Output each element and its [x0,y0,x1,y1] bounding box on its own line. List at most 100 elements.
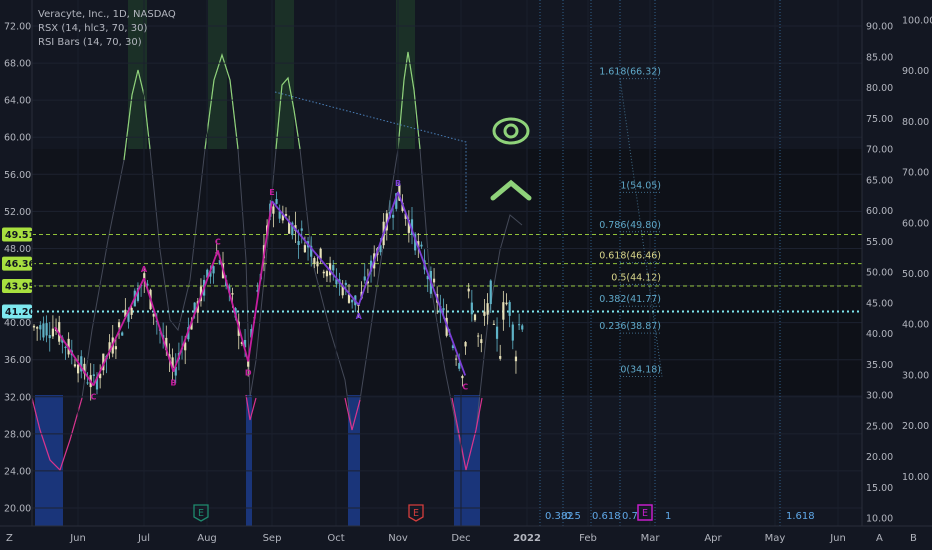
candle[interactable] [121,332,124,336]
candle[interactable] [325,271,329,277]
candle[interactable] [467,288,470,292]
fib-time-label[interactable]: 1 [665,511,671,522]
candle[interactable] [316,261,319,267]
tertiary-axis-tick: 30.00 [902,370,929,381]
fib-time-label[interactable]: 0.618 [592,511,621,522]
candle[interactable] [36,327,39,329]
earnings-flag-label: E [198,508,204,519]
candle[interactable] [420,244,423,247]
candle[interactable] [332,265,335,271]
candle[interactable] [64,346,67,348]
time-axis-label: Mar [641,533,661,544]
tertiary-axis-tick: 40.00 [902,320,929,331]
candle[interactable] [486,303,489,315]
price-chart[interactable]: CABCDEABC 1.618(66.32)1(54.05)0.786(49.8… [0,0,932,550]
candle[interactable] [39,325,42,330]
candle[interactable] [32,325,36,328]
candle[interactable] [480,339,483,344]
candle[interactable] [455,358,458,360]
time-axis-label: Sep [263,533,282,544]
eye-icon[interactable] [492,117,530,145]
candle[interactable] [73,364,77,367]
candle[interactable] [347,294,351,303]
candle[interactable] [114,346,117,350]
time-axis-label: 2022 [513,533,541,544]
candle[interactable] [51,328,54,337]
candle[interactable] [231,293,234,295]
time-axis-label: Nov [388,533,408,544]
candle[interactable] [303,245,306,253]
earnings-flag-label: E [642,508,648,519]
candle[interactable] [473,314,477,321]
candle[interactable] [505,302,508,305]
left-axis-tick: 68.00 [4,59,31,70]
forecast-box [528,149,862,395]
candle[interactable] [297,241,300,246]
candle[interactable] [470,302,473,315]
indicator-rsi-bars-label[interactable]: RSI Bars (14, 70, 30) [38,36,176,50]
candle[interactable] [344,282,347,285]
candle[interactable] [117,322,121,328]
candle[interactable] [521,325,524,330]
fib-time-label[interactable]: 1.618 [786,511,815,522]
eye-outline [492,117,530,145]
candle[interactable] [502,302,505,320]
candle[interactable] [442,308,445,311]
auto-scale-toggle[interactable]: A [876,533,883,544]
earnings-flag-icon[interactable]: E [193,504,209,522]
candle[interactable] [492,323,495,325]
candle[interactable] [275,199,278,204]
candle[interactable] [130,307,133,315]
zoom-toggle[interactable]: Z [6,533,13,544]
tertiary-axis-tick: 50.00 [902,269,929,280]
candle[interactable] [461,375,464,379]
candle[interactable] [351,299,354,303]
candle[interactable] [518,324,521,326]
log-scale-toggle[interactable]: B [910,533,917,544]
fib-level-label[interactable]: 0.382(41.77) [599,294,661,305]
candle[interactable] [508,302,511,316]
symbol-title[interactable]: Veracyte, Inc., 1D, NASDAQ [38,8,176,22]
fib-level-label[interactable]: 1.618(66.32) [599,67,661,78]
time-axis-label: Dec [451,533,470,544]
candle[interactable] [313,258,316,264]
earnings-flag-label: E [413,508,419,519]
candle[interactable] [48,335,51,339]
candle[interactable] [511,324,514,341]
candle[interactable] [392,214,395,218]
candle[interactable] [322,271,325,274]
candle[interactable] [363,276,366,281]
wave-label: B [170,379,176,388]
candle[interactable] [514,356,518,362]
candle[interactable] [86,382,89,384]
candle[interactable] [92,374,95,377]
candle[interactable] [284,214,288,216]
candle[interactable] [45,323,48,336]
left-axis-tick: 40.00 [4,318,31,329]
fib-level-label[interactable]: 0.786(49.80) [599,220,661,231]
candle[interactable] [464,342,467,347]
fib-time-label[interactable]: 0.7 [622,511,638,522]
candle[interactable] [212,266,215,274]
secondary-axis-tick: 80.00 [866,83,893,94]
candle[interactable] [272,206,275,214]
secondary-axis-tick: 90.00 [866,22,893,33]
fib-time-label[interactable]: 0.5 [565,511,581,522]
candle[interactable] [489,280,492,305]
candle[interactable] [499,356,502,359]
fib-level-label[interactable]: 0.236(38.87) [599,321,661,332]
candle[interactable] [495,326,499,339]
candle[interactable] [300,228,303,231]
candle[interactable] [432,278,436,283]
time-axis-label: Oct [327,533,344,544]
indicator-rsx-label[interactable]: RSX (14, hlc3, 70, 30) [38,22,176,36]
candle[interactable] [477,335,480,337]
fib-level-label[interactable]: 0.5(44.12) [611,272,661,283]
wave-label: A [141,265,148,274]
tertiary-axis-tick: 90.00 [902,66,929,77]
fib-level-label[interactable]: 0.618(46.46) [599,251,661,262]
candle[interactable] [42,323,45,338]
candle[interactable] [77,364,80,374]
candle[interactable] [483,311,486,316]
earnings-flag-icon[interactable]: E [408,504,424,522]
